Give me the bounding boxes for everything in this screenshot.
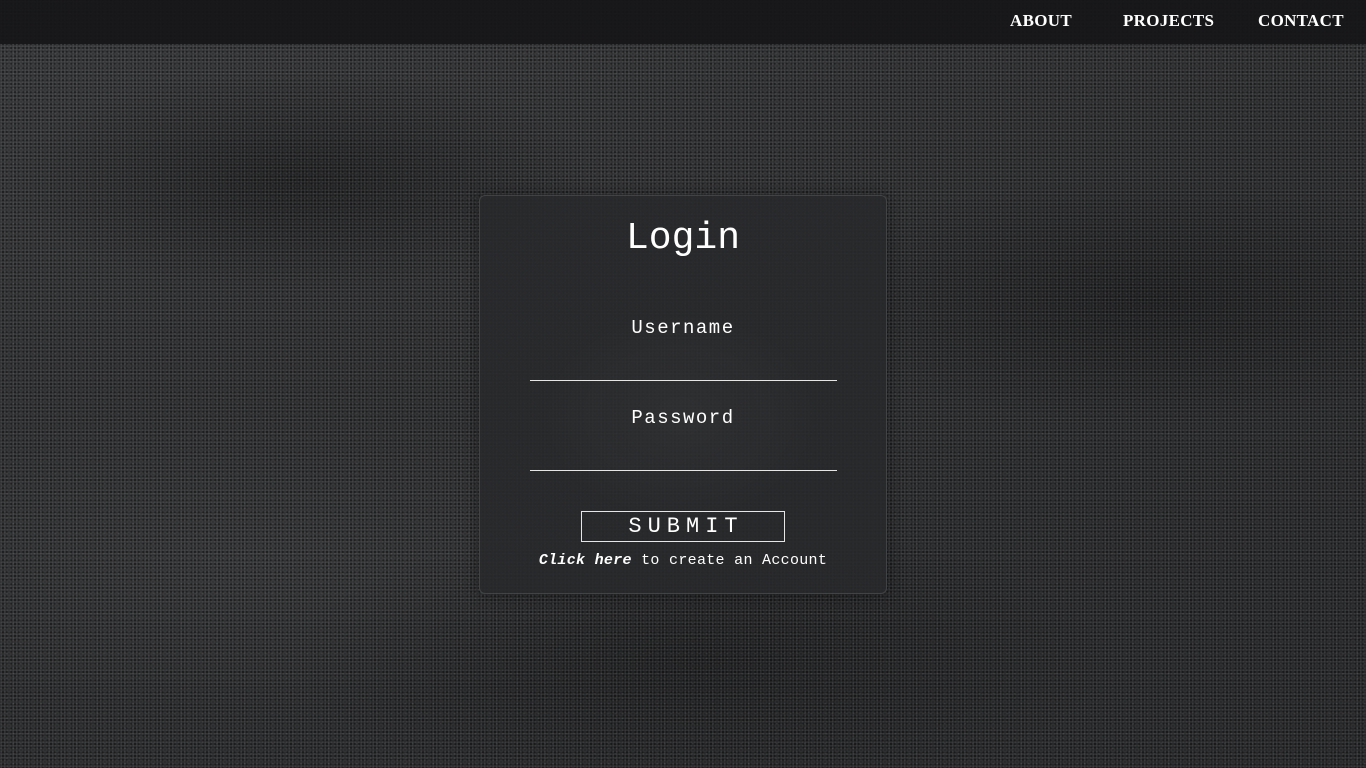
password-label: Password	[631, 407, 735, 429]
create-account-text: to create an Account	[631, 552, 828, 569]
login-card: Login Username Password SUBMIT Click her…	[479, 195, 887, 594]
username-input[interactable]	[530, 351, 837, 381]
nav-link-about[interactable]: ABOUT	[1010, 11, 1072, 31]
create-account-line: Click here to create an Account	[480, 552, 886, 570]
top-navbar: ABOUT PROJECTS CONTACT	[0, 0, 1366, 44]
create-account-link[interactable]: Click here	[539, 552, 632, 569]
submit-button[interactable]: SUBMIT	[581, 511, 785, 542]
nav-link-contact[interactable]: CONTACT	[1258, 11, 1344, 31]
login-page: { "nav": { "about": "ABOUT", "projects":…	[0, 0, 1366, 768]
login-title: Login	[625, 217, 741, 260]
password-input[interactable]	[530, 441, 837, 471]
nav-link-projects[interactable]: PROJECTS	[1123, 11, 1214, 31]
username-label: Username	[631, 317, 735, 339]
